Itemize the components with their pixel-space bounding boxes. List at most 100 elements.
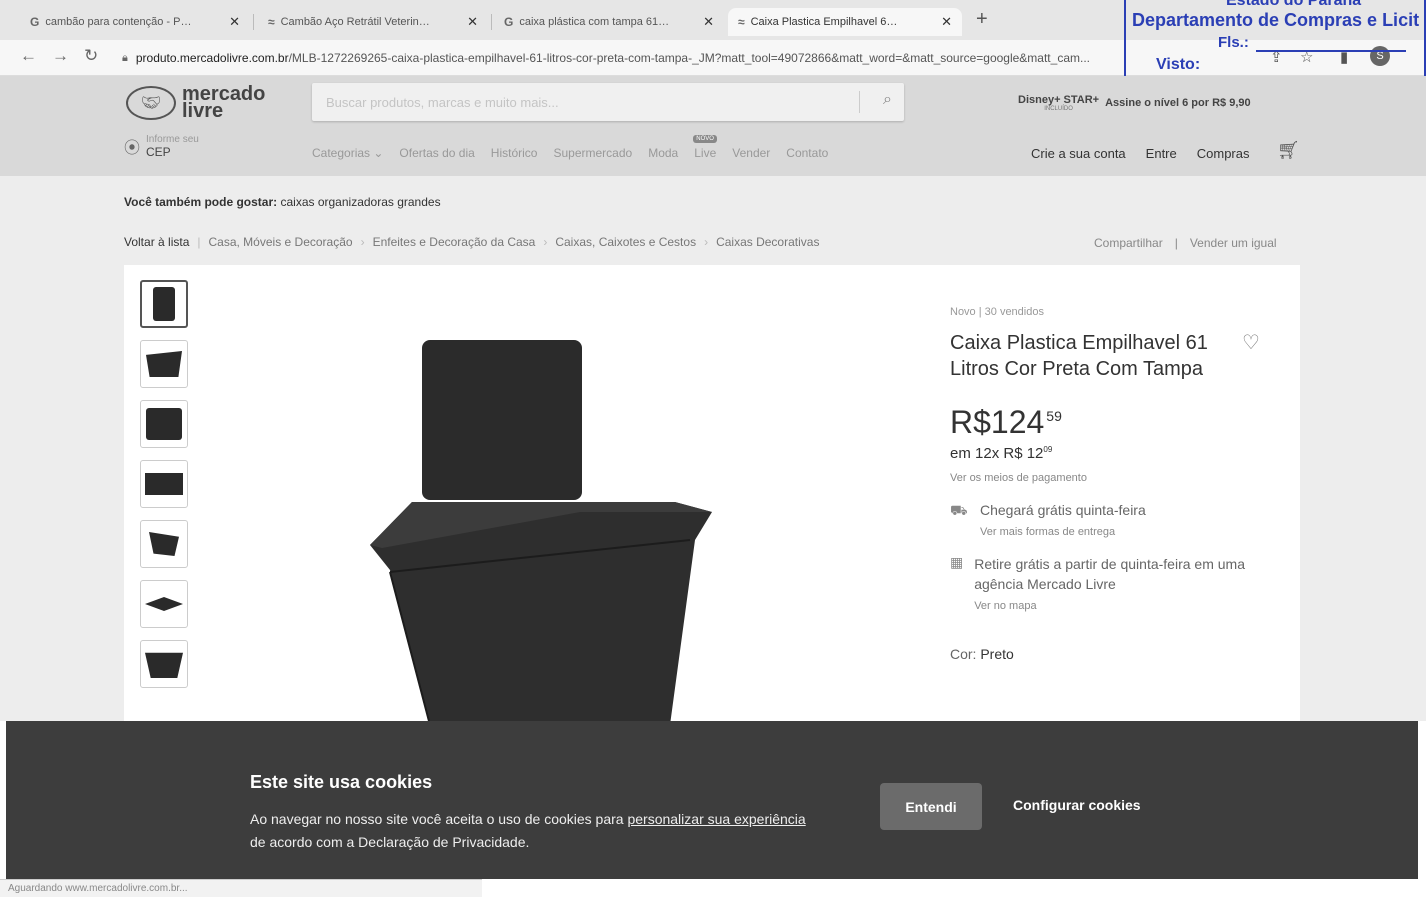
breadcrumb-item[interactable]: Enfeites e Decoração da Casa [373, 235, 536, 249]
new-tab-button[interactable]: + [976, 8, 988, 31]
price-integer: 124 [990, 404, 1045, 440]
color-label: Cor: [950, 646, 977, 662]
accept-cookies-button[interactable]: Entendi [880, 783, 982, 830]
browser-status-bar: Aguardando www.mercadolivre.com.br... [0, 879, 482, 897]
account-links: Crie a sua conta Entre Compras [1031, 146, 1250, 161]
shipping-text: Chegará grátis quinta-feira [980, 502, 1146, 518]
nav-contato[interactable]: Contato [786, 146, 828, 160]
shipping-info: ⛟ Chegará grátis quinta-feira Ver mais f… [950, 502, 1270, 538]
create-account-link[interactable]: Crie a sua conta [1031, 146, 1126, 161]
thumbnail[interactable] [140, 460, 188, 508]
configure-cookies-button[interactable]: Configurar cookies [1013, 797, 1141, 813]
browser-tab[interactable]: ≈ Cambão Aço Retrátil Veterinário ✕ [258, 8, 488, 36]
search-input[interactable]: Buscar produtos, marcas e muito mais... [326, 95, 559, 110]
chevron-right-icon: › [360, 235, 365, 249]
browser-tab[interactable]: G caixa plástica com tampa 61 litro ✕ [494, 8, 724, 36]
truck-icon: ⛟ [950, 502, 968, 518]
share-divider: | [1174, 236, 1178, 250]
handshake-icon: ≈ [268, 15, 275, 29]
nav-vender[interactable]: Vender [732, 146, 770, 160]
stamp-rule [1256, 50, 1406, 52]
disney-star-logo: Disney+ STAR+ [1018, 94, 1100, 106]
price-cents: 59 [1046, 408, 1062, 424]
breadcrumb-item[interactable]: Caixas Decorativas [716, 235, 819, 249]
breadcrumb: Voltar à lista | Casa, Móveis e Decoraçã… [124, 235, 819, 249]
search-box[interactable]: Buscar produtos, marcas e muito mais... … [312, 83, 904, 121]
back-arrow-icon[interactable]: ← [20, 46, 37, 66]
nav-supermercado[interactable]: Supermercado [553, 146, 632, 160]
cep-selector[interactable]: ⦿ Informe seu CEP [124, 134, 199, 159]
thumbnail[interactable] [140, 280, 188, 328]
product-info: Novo | 30 vendidos Caixa Plastica Empilh… [950, 306, 1270, 662]
breadcrumb-divider: | [197, 235, 201, 249]
nav-categorias[interactable]: Categorias ⌄ [312, 146, 383, 160]
thumbnail[interactable] [140, 520, 188, 568]
breadcrumb-item[interactable]: Caixas, Caixotes e Cestos [555, 235, 696, 249]
handshake-icon: ≈ [738, 15, 745, 29]
chevron-right-icon: › [704, 235, 709, 249]
thumbnail[interactable] [140, 640, 188, 688]
url-field[interactable]: 🔒︎ produto.mercadolivre.com.br/MLB-12722… [122, 47, 1262, 69]
sell-similar-link[interactable]: Vender um igual [1190, 236, 1277, 250]
close-tab-icon[interactable]: ✕ [941, 14, 952, 30]
close-tab-icon[interactable]: ✕ [703, 14, 714, 30]
recommendation-label: Você também pode gostar: [124, 195, 278, 209]
promo-text: Assine o nível 6 por R$ 9,90 [1105, 97, 1251, 109]
forward-arrow-icon[interactable]: → [52, 46, 69, 66]
browser-tab[interactable]: G cambão para contenção - Pesqu ✕ [20, 8, 250, 36]
url-path: /MLB-1272269265-caixa-plastica-empilhave… [288, 51, 1090, 65]
pickup-text: Retire grátis a partir de quinta-feira e… [974, 556, 1245, 592]
breadcrumb-item[interactable]: Casa, Móveis e Decoração [209, 235, 353, 249]
nav-ofertas[interactable]: Ofertas do dia [399, 146, 474, 160]
promo-banner[interactable]: Disney+ STAR+ INCLUÍDO Assine o nível 6 … [1018, 94, 1251, 112]
handshake-logo-icon: 🤝︎ [126, 86, 176, 120]
recommendation-line[interactable]: Você também pode gostar: caixas organiza… [124, 195, 441, 209]
price-currency: R$ [950, 404, 991, 440]
nav-moda[interactable]: Moda [648, 146, 678, 160]
thumbnail-gallery [140, 280, 188, 688]
tab-title: cambão para contenção - Pesqu [45, 16, 196, 28]
product-main-image[interactable] [370, 340, 720, 725]
tab-divider [491, 14, 492, 30]
reload-icon[interactable]: ↻ [84, 46, 98, 66]
nav-historico[interactable]: Histórico [491, 146, 538, 160]
nav-live[interactable]: NOVO Live [693, 135, 717, 160]
cookie-text: Ao navegar no nosso site você aceita o u… [250, 811, 806, 850]
payment-methods-link[interactable]: Ver os meios de pagamento [950, 472, 1270, 484]
close-tab-icon[interactable]: ✕ [467, 14, 478, 30]
mercadolivre-logo[interactable]: 🤝︎ mercado livre [126, 84, 265, 121]
browser-tab-active[interactable]: ≈ Caixa Plastica Empilhavel 61 Litr ✕ [728, 8, 962, 36]
favorite-heart-icon[interactable]: ♡ [1242, 330, 1260, 355]
chevron-right-icon: › [543, 235, 548, 249]
search-divider [859, 91, 860, 113]
personalize-link[interactable]: personalizar sua experiência [627, 811, 805, 827]
condition-sold: Novo | 30 vendidos [950, 306, 1044, 318]
stamp-line: Visto: [1156, 56, 1201, 73]
google-icon: G [30, 15, 40, 29]
location-pin-icon: ⦿ [124, 140, 141, 157]
stamp-line: Departamento de Compras e Licit [1132, 10, 1420, 30]
cookie-title: Este site usa cookies [250, 772, 433, 792]
color-selector: Cor: Preto [950, 646, 1270, 662]
color-value: Preto [980, 646, 1014, 662]
search-icon[interactable]: ⌕ [883, 91, 892, 109]
more-shipping-link[interactable]: Ver mais formas de entrega [980, 526, 1146, 538]
login-link[interactable]: Entre [1146, 146, 1177, 161]
cookie-banner [6, 721, 1418, 879]
thumbnail[interactable] [140, 340, 188, 388]
cep-label: CEP [146, 145, 171, 159]
pickup-info: ▦ Retire grátis a partir de quinta-feira… [950, 554, 1270, 616]
installments: em 12x R$ 1209 [950, 445, 1053, 462]
share-link[interactable]: Compartilhar [1094, 236, 1163, 250]
thumbnail[interactable] [140, 400, 188, 448]
stamp-line: Estado do Paraná [1226, 0, 1362, 9]
close-tab-icon[interactable]: ✕ [229, 14, 240, 30]
recommendation-value: caixas organizadoras grandes [280, 195, 441, 209]
cart-icon[interactable]: 🛒︎ [1277, 140, 1300, 161]
thumbnail[interactable] [140, 580, 188, 628]
map-link[interactable]: Ver no mapa [974, 596, 1270, 616]
back-to-list-link[interactable]: Voltar à lista [124, 235, 189, 249]
main-nav: Categorias ⌄ Ofertas do dia Histórico Su… [312, 135, 828, 160]
tab-title: Cambão Aço Retrátil Veterinário [280, 16, 431, 28]
purchases-link[interactable]: Compras [1197, 146, 1250, 161]
